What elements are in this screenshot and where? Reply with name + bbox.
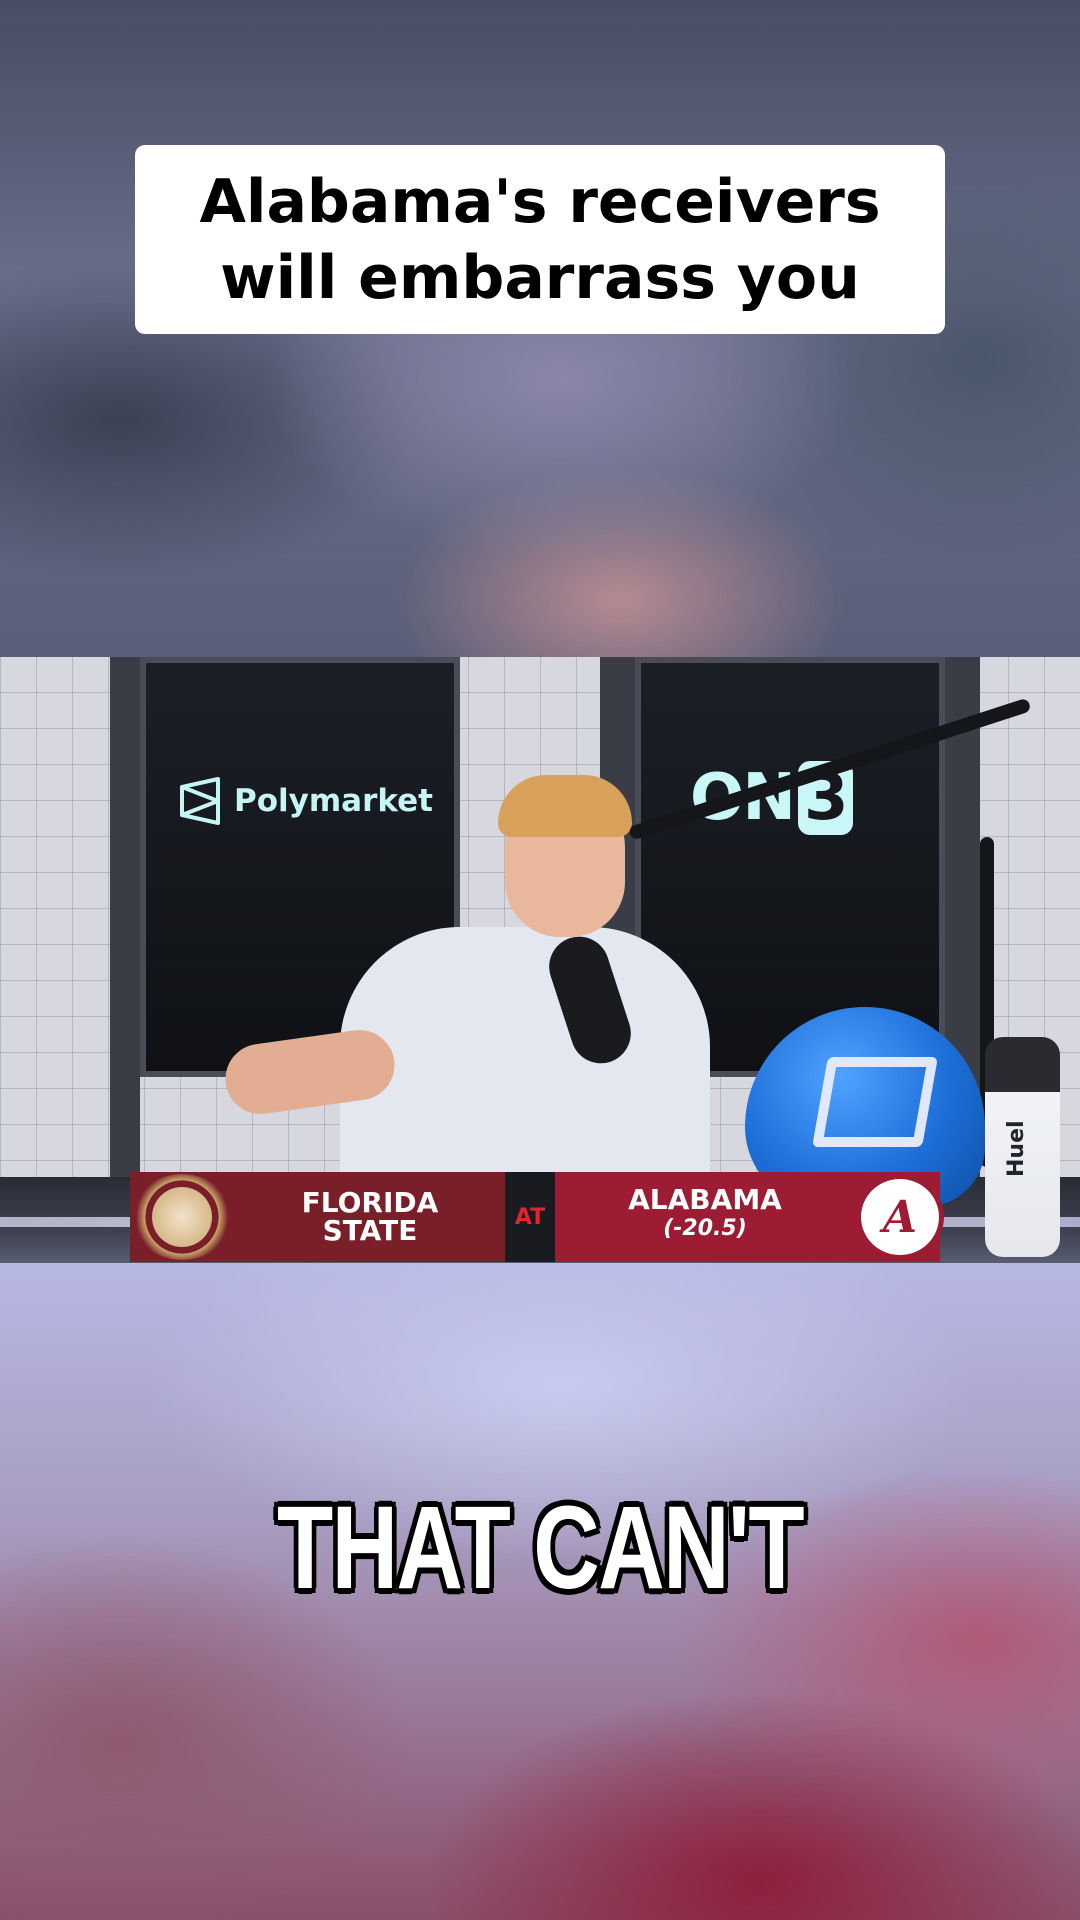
headline-text: Alabama's receivers will embarrass you — [199, 166, 881, 313]
headline-card: Alabama's receivers will embarrass you — [135, 145, 945, 334]
helmet-logo-icon — [812, 1057, 938, 1147]
away-team-name: FLORIDA STATE — [250, 1189, 490, 1245]
matchup-scoreboard: FLORIDA STATE AT ALABAMA (-20.5) A — [130, 1172, 944, 1262]
away-team-name-line2: STATE — [322, 1214, 418, 1247]
home-team-spread: (-20.5) — [663, 1216, 747, 1241]
alabama-logo-icon: A — [856, 1174, 944, 1260]
polymarket-logo: Polymarket — [178, 777, 433, 825]
subtitle-caption: THAT CAN'T — [276, 1482, 805, 1614]
bottle-brand-label: Huel — [1004, 1120, 1029, 1177]
polymarket-icon — [180, 777, 220, 825]
away-team-panel: FLORIDA STATE — [130, 1172, 505, 1262]
home-team-info: ALABAMA (-20.5) — [575, 1186, 835, 1244]
alabama-logo-letter: A — [882, 1191, 918, 1243]
matchup-separator: AT — [505, 1172, 555, 1262]
polymarket-wordmark: Polymarket — [234, 783, 433, 819]
home-team-panel: ALABAMA (-20.5) A — [555, 1172, 944, 1262]
home-team-name: ALABAMA — [628, 1183, 782, 1216]
florida-state-logo-icon — [132, 1174, 232, 1260]
away-team-name-line1: FLORIDA — [301, 1186, 439, 1219]
video-frame[interactable]: Polymarket ON3 Huel FLORIDA STATE AT ALA… — [0, 657, 1080, 1263]
host-hair — [498, 775, 632, 837]
